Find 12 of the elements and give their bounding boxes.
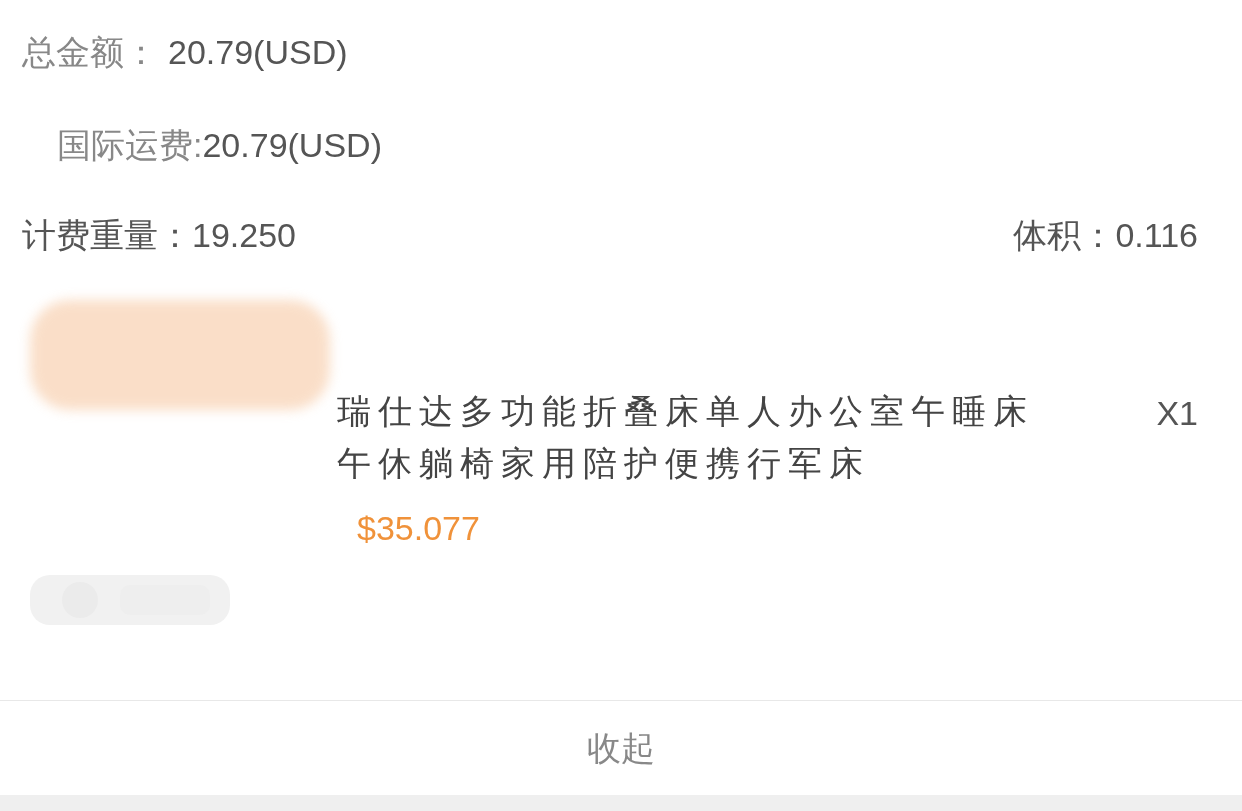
total-value: 20.79(USD) xyxy=(168,32,348,73)
total-label: 总金额： xyxy=(22,32,158,73)
weight-value: 19.250 xyxy=(192,214,296,256)
weight-label: 计费重量： xyxy=(22,214,192,256)
shipping-value: 20.79(USD) xyxy=(202,124,382,166)
collapse-button[interactable]: 收起 xyxy=(0,701,1242,795)
shipping-label: 国际运费: xyxy=(57,124,203,166)
product-price: $35.077 xyxy=(356,508,481,549)
product-title: 瑞仕达多功能折叠床单人办公室午睡床午休躺椅家用陪护便携行军床 xyxy=(337,391,1035,484)
volume-label: 体积： xyxy=(1013,214,1116,256)
quantity: X1 xyxy=(1156,393,1199,434)
volume-value: 0.116 xyxy=(1115,214,1198,256)
